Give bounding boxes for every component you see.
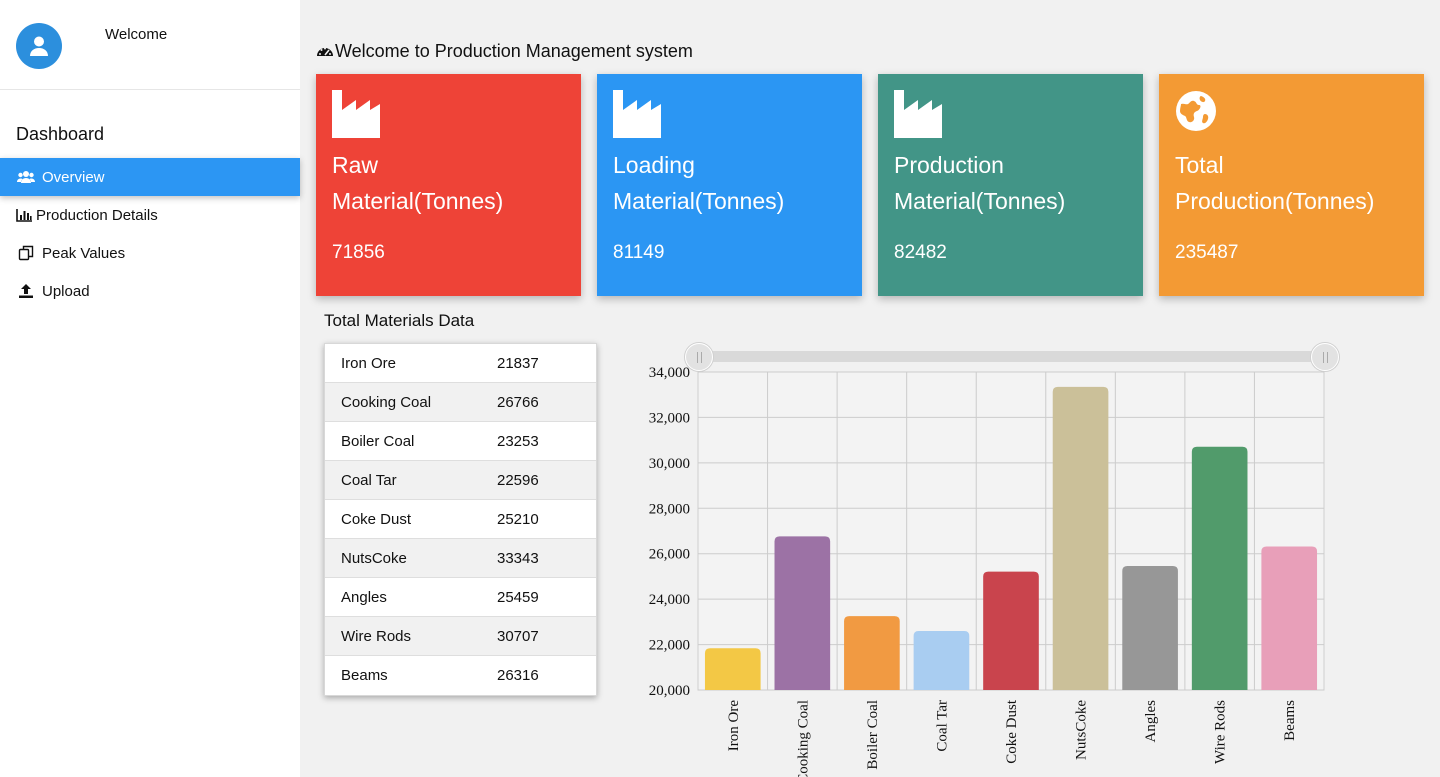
- x-tick-label: Wire Rods: [1213, 700, 1229, 764]
- dashboard-gauge-icon: [316, 43, 334, 61]
- card-loading-material[interactable]: Loading Material(Tonnes) 81149: [597, 74, 862, 296]
- bar: [774, 536, 831, 690]
- sidebar-item-label: Upload: [42, 282, 90, 300]
- table-row: Angles 25459: [325, 578, 596, 617]
- factory-icon: [332, 90, 380, 143]
- globe-icon: [1175, 90, 1217, 137]
- material-value: 22596: [497, 471, 539, 489]
- material-name: NutsCoke: [341, 549, 407, 567]
- y-tick-label: 20,000: [649, 683, 690, 699]
- card-label: Loading: [613, 152, 695, 178]
- x-tick-label: NutsCoke: [1074, 700, 1090, 760]
- upload-icon: [16, 283, 36, 299]
- sidebar: Welcome Dashboard Overview Production De…: [0, 0, 300, 777]
- y-tick-label: 26,000: [649, 547, 690, 563]
- factory-icon: [894, 90, 942, 143]
- card-total-production[interactable]: Total Production(Tonnes) 235487: [1159, 74, 1424, 296]
- material-name: Cooking Coal: [341, 393, 432, 411]
- bar-chart-icon: [16, 207, 34, 223]
- card-label: Production(Tonnes): [1175, 188, 1375, 214]
- card-value: 235487: [1175, 242, 1239, 263]
- material-name: Boiler Coal: [341, 432, 415, 450]
- card-label: Material(Tonnes): [613, 188, 785, 214]
- material-name: Wire Rods: [341, 627, 412, 645]
- materials-table: Iron Ore 21837 Cooking Coal 26766 Boiler C…: [324, 343, 597, 696]
- material-value: 26316: [497, 667, 539, 684]
- material-value: 23253: [497, 432, 539, 450]
- card-value: 82482: [894, 242, 947, 263]
- material-value: 25210: [497, 510, 539, 528]
- copy-icon: [16, 245, 36, 261]
- table-row: Beams 26316: [325, 656, 596, 695]
- material-value: 30707: [497, 627, 539, 645]
- material-name: Coal Tar: [341, 471, 397, 489]
- x-tick-label: Boiler Coal: [865, 700, 881, 770]
- material-value: 21837: [497, 354, 539, 372]
- material-value: 26766: [497, 393, 539, 411]
- y-tick-label: 22,000: [649, 638, 690, 654]
- card-production-material[interactable]: Production Material(Tonnes) 82482: [878, 74, 1143, 296]
- table-row: Iron Ore 21837: [325, 344, 596, 383]
- card-value: 81149: [613, 242, 665, 263]
- sidebar-item-label: Peak Values: [42, 244, 126, 262]
- x-tick-label: Cooking Coal: [795, 700, 811, 777]
- y-tick-label: 34,000: [649, 365, 690, 381]
- card-raw-material[interactable]: Raw Material(Tonnes) 71856: [316, 74, 581, 296]
- table-row: Coke Dust 25210: [325, 500, 596, 539]
- page-title-text: Welcome to Production Management system: [335, 41, 693, 61]
- sidebar-item-upload[interactable]: Upload: [0, 272, 300, 310]
- table-row: Coal Tar 22596: [325, 461, 596, 500]
- materials-bar-chart: 20,000 22,000 24,000 26,000 28,000 30,000 32,0…: [649, 365, 1325, 777]
- y-tick-label: 32,000: [649, 410, 690, 426]
- material-name: Iron Ore: [341, 354, 397, 372]
- table-row: NutsCoke 33343: [325, 539, 596, 578]
- bar: [983, 571, 1039, 690]
- y-tick-label: 28,000: [649, 501, 690, 517]
- user-icon: [30, 36, 48, 56]
- card-value: 71856: [332, 242, 385, 263]
- x-tick-label: Beams: [1282, 700, 1298, 741]
- y-tick-label: 24,000: [649, 592, 690, 608]
- sidebar-item-label: Production Details: [36, 206, 158, 224]
- x-tick-label: Coal Tar: [934, 700, 950, 752]
- sidebar-nav: Overview Production Details Peak Values …: [0, 158, 300, 310]
- welcome-text: Welcome: [105, 26, 168, 43]
- material-value: 33343: [497, 549, 539, 567]
- card-label: Total: [1175, 152, 1224, 178]
- bar: [913, 631, 970, 690]
- material-value: 25459: [497, 588, 539, 606]
- sidebar-header: Welcome: [0, 0, 300, 90]
- materials-table-title: Total Materials Data: [324, 311, 475, 330]
- table-row: Wire Rods 30707: [325, 617, 596, 656]
- material-name: Angles: [341, 588, 387, 606]
- bar: [704, 648, 761, 690]
- x-tick-label: Coke Dust: [1004, 699, 1020, 764]
- bar: [1122, 566, 1178, 690]
- bar: [1191, 446, 1248, 690]
- bar: [1261, 546, 1318, 690]
- sidebar-item-overview[interactable]: Overview: [0, 158, 300, 196]
- sidebar-item-label: Overview: [42, 168, 105, 186]
- y-tick-label: 30,000: [649, 456, 690, 472]
- users-icon: [16, 169, 36, 185]
- card-label: Material(Tonnes): [894, 188, 1066, 214]
- bar: [1052, 386, 1109, 690]
- table-row: Cooking Coal 26766: [325, 383, 596, 422]
- avatar[interactable]: [16, 23, 62, 69]
- x-tick-label: Iron Ore: [726, 700, 742, 752]
- table-row: Boiler Coal 23253: [325, 422, 596, 461]
- card-label: Material(Tonnes): [332, 188, 504, 214]
- factory-icon: [613, 90, 661, 143]
- material-name: Coke Dust: [341, 510, 412, 528]
- card-label: Production: [894, 152, 1004, 178]
- x-tick-label: Angles: [1143, 700, 1159, 743]
- dashboard-heading: Dashboard: [16, 124, 105, 144]
- material-name: Beams: [341, 667, 388, 684]
- bar: [844, 616, 900, 690]
- sidebar-item-production-details[interactable]: Production Details: [0, 196, 300, 234]
- card-label: Raw: [332, 152, 379, 178]
- page-title: Welcome to Production Management system: [316, 41, 693, 62]
- sidebar-item-peak-values[interactable]: Peak Values: [0, 234, 300, 272]
